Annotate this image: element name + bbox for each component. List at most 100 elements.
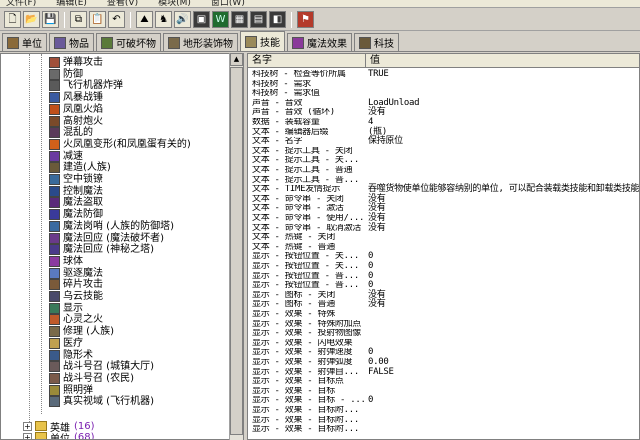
tree-item[interactable]: 球体 [49,255,83,267]
property-value[interactable]: 0 [368,396,373,405]
tree-item[interactable]: 照明弹 [49,384,93,396]
property-row[interactable]: 显示 - 效果 - 目标 - ... 0 [248,396,639,405]
tree-item[interactable]: 魔法防御 [49,209,103,221]
property-row[interactable]: 显示 - 效果 - 投射物图像 [248,329,639,337]
property-value[interactable]: 0 [368,271,373,280]
property-row[interactable]: 文本 - 命令串 - 取消激活 没有 [248,223,639,232]
property-value[interactable]: 0 [368,262,373,271]
property-row[interactable]: 科技树 - 检查等价所属 TRUE [248,70,639,79]
property-row[interactable]: 文本 - TIME发情提示 吞噬货物使单位能够容纳别的单位, 可以配合装载类技能和… [248,185,639,194]
paste-icon[interactable]: 📋 [89,11,106,28]
open-folder-icon[interactable]: 📂 [23,11,40,28]
scroll-up-arrow-icon[interactable]: ▲ [230,53,243,66]
campaign-editor-icon[interactable]: W [212,11,229,28]
property-row[interactable]: 文本 - 提示工具 - 普... [248,176,639,184]
object-editor-icon[interactable]: ▣ [193,11,210,28]
property-row[interactable]: 显示 - 效果 - 特殊 [248,310,639,318]
menu-item[interactable]: 编辑(E) [56,0,87,7]
tree-item[interactable]: 显示 [49,302,83,314]
save-icon[interactable]: 💾 [42,11,59,28]
tree-item[interactable]: 战斗号召 (城镇大厅) [49,361,154,373]
tab-1[interactable]: 物品 [49,33,94,51]
property-row[interactable]: 文本 - 热键 - 关闭 [248,233,639,241]
property-row[interactable]: 声音 - 音效 LoadUnload [248,98,639,107]
property-row[interactable]: 显示 - 按钮位置 - 普... 0 [248,271,639,280]
menu-item[interactable]: 查看(V) [107,0,138,7]
menu-item[interactable]: 模块(M) [158,0,191,7]
property-value[interactable]: 没有 [368,194,386,203]
property-row[interactable]: 显示 - 图标 - 普通 没有 [248,300,639,309]
property-row[interactable]: 数据 - 装载容量 4 [248,118,639,127]
property-row[interactable]: 显示 - 效果 - 目标附... [248,406,639,414]
tree-item[interactable]: 心灵之火 [49,314,103,326]
tree-item[interactable]: 风暴战锤 [49,92,103,104]
property-value[interactable]: 没有 [368,204,386,213]
expand-icon[interactable]: + [23,421,32,431]
tree-item[interactable]: 弹幕攻击 [49,57,103,68]
tree-folder[interactable]: + 单位 (68) [23,431,95,439]
undo-icon[interactable]: ↶ [108,11,125,28]
menu-item[interactable]: 文件(F) [6,0,36,7]
tree-item[interactable]: 减速 [49,150,83,162]
tab-4[interactable]: 技能 [240,31,285,51]
property-row[interactable]: 显示 - 按钮位置 - 普... 0 [248,281,639,290]
tab-2[interactable]: 可破坏物 [96,33,161,51]
property-row[interactable]: 显示 - 效果 - 射弹速度 0 [248,348,639,357]
tab-0[interactable]: 单位 [2,33,47,51]
sound-editor-icon[interactable]: 🔊 [174,11,191,28]
property-row[interactable]: 显示 - 效果 - 射弹自... FALSE [248,367,639,376]
object-tree[interactable]: 弹幕攻击 防御 飞行机器炸弹 风暴战锤 凤凰火焰 高射炮火 混乱的 火凤凰变形(和凤凰蛋有关的… [0,53,244,440]
trigger-editor-icon[interactable]: ♞ [155,11,172,28]
property-value[interactable]: 没有 [368,300,386,309]
property-row[interactable]: 显示 - 图标 - 关闭 没有 [248,290,639,299]
expand-icon[interactable]: + [23,432,32,439]
property-value[interactable]: LoadUnload [368,98,419,107]
tree-item[interactable]: 魔法盗取 [49,197,103,209]
property-row[interactable]: 显示 - 效果 - 目标 [248,387,639,395]
property-row[interactable]: 文本 - 命令串 - 激活 没有 [248,204,639,213]
tree-item[interactable]: 凤凰火焰 [49,103,103,115]
property-row[interactable]: 科技树 - 需求 [248,80,639,88]
property-value[interactable]: 吞噬货物使单位能够容纳别的单位, 可以配合装载类技能和卸载类技能 [368,185,639,194]
script-editor-icon[interactable]: ◧ [269,11,286,28]
property-value[interactable]: 没有 [368,223,386,232]
property-row[interactable]: 显示 - 按钮位置 - 关... 0 [248,252,639,261]
property-row[interactable]: 声音 - 音效 (循环) 没有 [248,108,639,117]
property-value[interactable]: 4 [368,118,373,127]
property-row[interactable]: 文本 - 名字 保持原位 [248,137,639,146]
copy-icon[interactable]: ⧉ [70,11,87,28]
tab-3[interactable]: 地形装饰物 [163,33,238,51]
tree-item[interactable]: 隐形术 [49,349,93,361]
import-manager-icon[interactable]: ▤ [250,11,267,28]
property-row[interactable]: 文本 - 命令串 - 使用/... 没有 [248,214,639,223]
property-row[interactable]: 科技树 - 需求值 [248,89,639,97]
tree-item[interactable]: 防御 [49,68,83,80]
property-row[interactable]: 显示 - 效果 - 目标附... [248,416,639,424]
tree-item[interactable]: 乌云技能 [49,291,103,302]
name-column-header[interactable]: 名字 [248,54,366,68]
ai-editor-icon[interactable]: ▦ [231,11,248,28]
property-row[interactable]: 文本 - 热键 - 普通 [248,243,639,251]
tree-item[interactable]: 建造(人族) [49,162,111,174]
property-value[interactable]: 保持原位 [368,137,403,146]
property-row[interactable]: 文本 - 命令串 - 关闭 没有 [248,194,639,203]
property-value[interactable]: 0.00 [368,358,389,367]
property-value[interactable]: 没有 [368,290,386,299]
tree-item[interactable]: 修理 (人族) [49,326,114,338]
property-row[interactable]: 显示 - 效果 - 射弹弧度 0.00 [248,358,639,367]
property-row[interactable]: 显示 - 效果 - 目标附... [248,425,639,433]
menu-item[interactable]: 窗口(W) [211,0,245,7]
property-value[interactable]: 没有 [368,108,386,117]
value-column-header[interactable]: 值 [366,54,639,68]
property-row[interactable]: 文本 - 提示工具 - 关... [248,156,639,164]
property-row[interactable]: 文本 - 编辑器后缀 (瓶) [248,127,639,136]
tab-5[interactable]: 魔法效果 [287,33,352,51]
property-row[interactable]: 显示 - 效果 - 闪电效果 [248,339,639,347]
property-value[interactable]: FALSE [368,367,394,376]
tree-item[interactable]: 战斗号召 (农民) [49,372,134,384]
tree-item[interactable]: 高射炮火 [49,115,103,127]
property-value[interactable]: 0 [368,252,373,261]
tree-item[interactable]: 空中锁镣 [49,174,103,185]
tree-item[interactable]: 控制魔法 [49,185,103,197]
tree-item[interactable]: 火凤凰变形(和凤凰蛋有关的) [49,138,191,150]
